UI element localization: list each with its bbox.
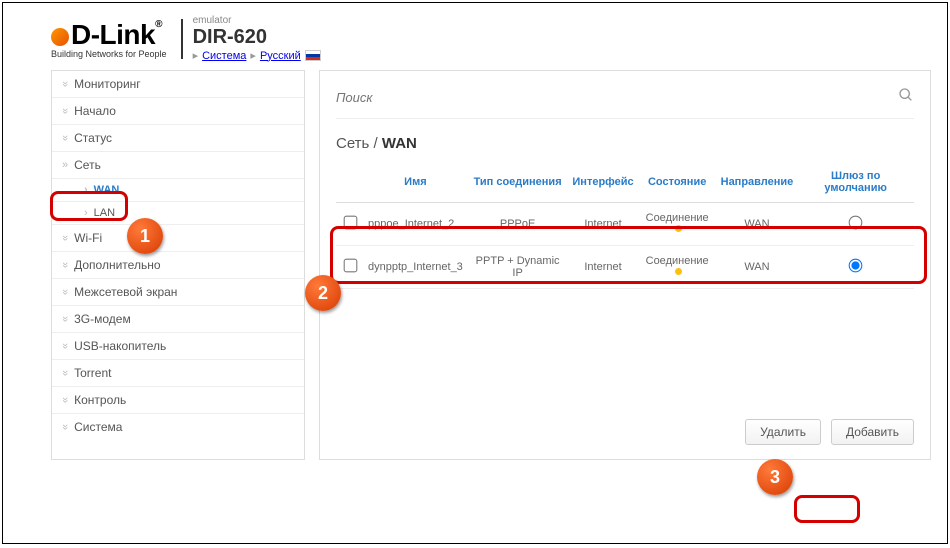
logo-brand: D-Link® xyxy=(51,19,167,51)
wan-table: Имя Тип соединения Интерфейс Состояние Н… xyxy=(336,162,914,289)
chevron-right-icon: ▸ xyxy=(193,49,199,62)
sidebar-item-3g[interactable]: 3G-модем xyxy=(52,306,304,333)
logo-tagline: Building Networks for People xyxy=(51,49,167,59)
sidebar-item-control[interactable]: Контроль xyxy=(52,387,304,414)
sidebar-sub-lan[interactable]: LAN xyxy=(52,202,304,225)
cell-name: dynpptp_Internet_3 xyxy=(364,246,467,289)
language-link[interactable]: Русский xyxy=(260,50,301,62)
sidebar-item-wifi[interactable]: Wi-Fi xyxy=(52,225,304,252)
th-name[interactable]: Имя xyxy=(364,162,467,203)
highlight-3 xyxy=(794,495,860,523)
sidebar: Мониторинг Начало Статус Сеть WAN LAN Wi… xyxy=(51,70,305,460)
sidebar-item-firewall[interactable]: Межсетевой экран xyxy=(52,279,304,306)
row-checkbox[interactable] xyxy=(343,216,357,230)
marker-2: 2 xyxy=(305,275,341,311)
cell-iface: Internet xyxy=(568,203,637,246)
sidebar-item-torrent[interactable]: Torrent xyxy=(52,360,304,387)
header: D-Link® Building Networks for People emu… xyxy=(3,3,947,70)
gateway-radio[interactable] xyxy=(849,216,863,230)
cell-state: Соединение xyxy=(638,203,717,246)
sidebar-item-monitoring[interactable]: Мониторинг xyxy=(52,71,304,98)
cell-dir: WAN xyxy=(717,203,798,246)
status-dot-icon xyxy=(675,225,682,232)
delete-button[interactable]: Удалить xyxy=(745,419,821,445)
add-button[interactable]: Добавить xyxy=(831,419,914,445)
th-dir[interactable]: Направление xyxy=(717,162,798,203)
sidebar-item-start[interactable]: Начало xyxy=(52,98,304,125)
cell-conn: PPTP + Dynamic IP xyxy=(467,246,569,289)
model-block: emulator DIR-620 ▸ Система ▸ Русский xyxy=(193,15,321,62)
footer-buttons: Удалить Добавить xyxy=(745,419,914,445)
chevron-right-icon: ▸ xyxy=(250,49,256,62)
gateway-radio[interactable] xyxy=(849,259,863,273)
cell-state: Соединение xyxy=(638,246,717,289)
flag-ru-icon xyxy=(305,50,321,61)
search-icon[interactable] xyxy=(898,87,914,108)
cell-iface: Internet xyxy=(568,246,637,289)
breadcrumb: Сеть / WAN xyxy=(336,119,914,162)
sidebar-item-usb[interactable]: USB-накопитель xyxy=(52,333,304,360)
breadcrumb-current: WAN xyxy=(382,135,417,152)
status-dot-icon xyxy=(675,268,682,275)
system-link[interactable]: Система xyxy=(202,50,246,62)
th-iface[interactable]: Интерфейс xyxy=(568,162,637,203)
model-name: DIR-620 xyxy=(193,26,321,49)
sidebar-item-status[interactable]: Статус xyxy=(52,125,304,152)
breadcrumb-parent: Сеть xyxy=(336,135,369,152)
row-checkbox[interactable] xyxy=(343,259,357,273)
emulator-label: emulator xyxy=(193,15,321,26)
sidebar-item-network[interactable]: Сеть xyxy=(52,152,304,179)
cell-conn: PPPoE xyxy=(467,203,569,246)
search-row xyxy=(336,83,914,119)
sidebar-item-system[interactable]: Система xyxy=(52,414,304,440)
cell-dir: WAN xyxy=(717,246,798,289)
th-conn[interactable]: Тип соединения xyxy=(467,162,569,203)
top-crumbs: ▸ Система ▸ Русский xyxy=(193,49,321,62)
th-state[interactable]: Состояние xyxy=(638,162,717,203)
th-gw[interactable]: Шлюз по умолчанию xyxy=(797,162,914,203)
table-row[interactable]: dynpptp_Internet_3 PPTP + Dynamic IP Int… xyxy=(336,246,914,289)
marker-1: 1 xyxy=(127,218,163,254)
sidebar-sub-wan[interactable]: WAN xyxy=(52,179,304,202)
table-row[interactable]: pppoe_Internet_2 PPPoE Internet Соединен… xyxy=(336,203,914,246)
search-input[interactable] xyxy=(336,90,898,105)
logo: D-Link® Building Networks for People xyxy=(51,19,183,59)
main-panel: Сеть / WAN Имя Тип соединения Интерфейс … xyxy=(319,70,931,460)
sidebar-item-advanced[interactable]: Дополнительно xyxy=(52,252,304,279)
marker-3: 3 xyxy=(757,459,793,495)
cell-name: pppoe_Internet_2 xyxy=(364,203,467,246)
